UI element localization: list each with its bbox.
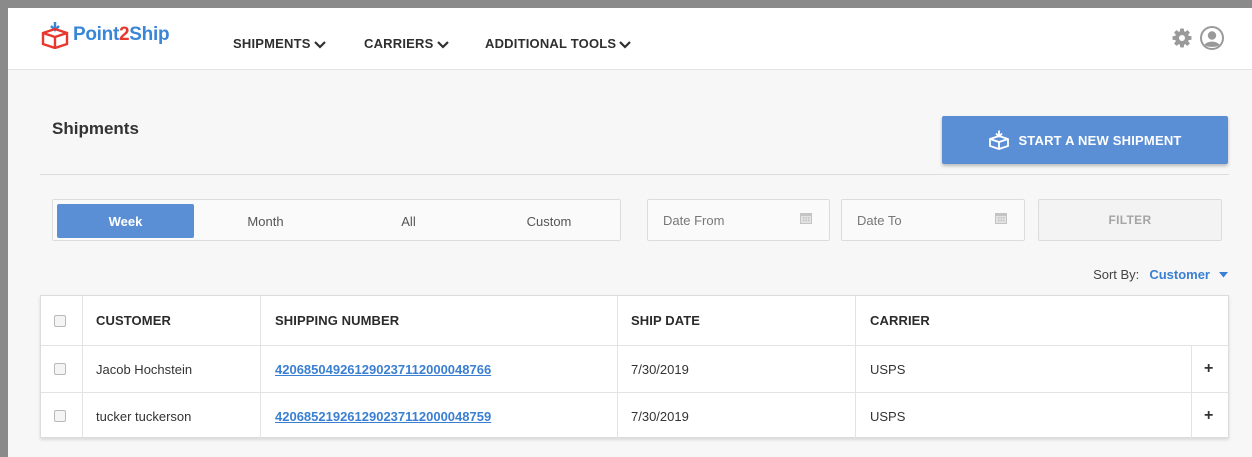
column-divider (617, 296, 618, 345)
start-new-shipment-label: START A NEW SHIPMENT (1018, 132, 1182, 148)
shipping-number-link[interactable]: 420685219261290237112000048759 (275, 409, 491, 424)
row-checkbox-cell (54, 393, 70, 439)
chevron-down-icon (619, 41, 632, 49)
expand-row-button[interactable]: + (1204, 393, 1213, 439)
brand-name: Point2Ship (73, 24, 170, 46)
row-checkbox[interactable] (54, 410, 66, 422)
carrier-cell: USPS (870, 361, 906, 377)
column-header-carrier[interactable]: CARRIER (870, 296, 930, 345)
sort-label: Sort By: (1093, 267, 1140, 282)
column-divider (82, 296, 83, 345)
period-toggle-group: Week Month All Custom (52, 199, 621, 241)
ship-date-cell: 7/30/2019 (631, 408, 689, 424)
date-from-field[interactable]: Date From (647, 199, 830, 241)
row-checkbox[interactable] (54, 363, 66, 375)
caret-down-icon[interactable] (1219, 271, 1228, 278)
ship-date-cell: 7/30/2019 (631, 361, 689, 377)
box-icon (989, 130, 1010, 150)
column-divider (260, 296, 261, 345)
shipments-table: CUSTOMER SHIPPING NUMBER SHIP DATE CARRI… (40, 295, 1229, 439)
chevron-down-icon (313, 41, 326, 49)
nav-carriers-label: CARRIERS (364, 36, 434, 51)
column-header-customer[interactable]: CUSTOMER (96, 296, 171, 345)
column-divider (617, 393, 618, 439)
brand-name-two: 2 (119, 24, 130, 45)
nav-additional-tools-label: ADDITIONAL TOOLS (485, 36, 617, 51)
table-header-row: CUSTOMER SHIPPING NUMBER SHIP DATE CARRI… (41, 296, 1228, 345)
section-divider (40, 174, 1229, 175)
filter-button[interactable]: FILTER (1038, 199, 1222, 241)
select-all-checkbox[interactable] (54, 314, 66, 327)
app-logo[interactable]: Point2Ship (40, 20, 170, 50)
select-all-cell (54, 296, 70, 345)
nav-shipments[interactable]: SHIPMENTS (233, 36, 326, 51)
gear-icon[interactable] (1172, 28, 1192, 48)
row-checkbox-cell (54, 346, 70, 392)
carrier-cell: USPS (870, 408, 906, 424)
brand-name-ship: Ship (129, 24, 170, 45)
shipping-number-cell: 420685219261290237112000048759 (275, 393, 491, 439)
logo-box-icon (41, 22, 69, 49)
page-title: Shipments (52, 119, 139, 138)
customer-cell: Jacob Hochstein (96, 361, 193, 377)
top-navbar: Point2Ship SHIPMENTS CARRIERS ADDITIONAL… (8, 8, 1252, 70)
table-row: tucker tuckerson 42068521926129023711200… (41, 392, 1228, 439)
nav-additional-tools[interactable]: ADDITIONAL TOOLS (485, 36, 632, 51)
sort-control[interactable]: Sort By: Customer (1093, 267, 1228, 282)
shipping-number-link[interactable]: 420685049261290237112000048766 (275, 362, 491, 377)
expand-row-button[interactable]: + (1204, 346, 1213, 392)
column-divider (1191, 346, 1192, 392)
sort-value[interactable]: Customer (1149, 267, 1210, 282)
date-to-placeholder: Date To (857, 213, 902, 228)
window-frame-top (0, 0, 1252, 8)
column-divider (1191, 393, 1192, 439)
nav-carriers[interactable]: CARRIERS (364, 36, 449, 51)
period-all-button[interactable]: All (337, 204, 480, 238)
start-new-shipment-button[interactable]: START A NEW SHIPMENT (942, 116, 1228, 164)
user-avatar-icon[interactable] (1200, 26, 1224, 50)
date-to-field[interactable]: Date To (841, 199, 1025, 241)
window-frame-left (0, 0, 8, 457)
period-custom-button[interactable]: Custom (480, 204, 618, 238)
table-row: Jacob Hochstein 420685049261290237112000… (41, 345, 1228, 392)
column-divider (855, 393, 856, 439)
shipping-number-cell: 420685049261290237112000048766 (275, 346, 491, 392)
calendar-icon (995, 213, 1007, 224)
column-divider (855, 296, 856, 345)
column-divider (82, 346, 83, 392)
brand-name-point: Point (73, 24, 119, 45)
column-divider (260, 346, 261, 392)
nav-shipments-label: SHIPMENTS (233, 36, 311, 51)
chevron-down-icon (436, 41, 449, 49)
column-header-ship-date[interactable]: SHIP DATE (631, 296, 700, 345)
period-month-button[interactable]: Month (194, 204, 337, 238)
column-divider (617, 346, 618, 392)
column-divider (260, 393, 261, 439)
column-header-shipping-number[interactable]: SHIPPING NUMBER (275, 296, 399, 345)
period-week-button[interactable]: Week (57, 204, 194, 238)
calendar-icon (800, 213, 812, 224)
date-from-placeholder: Date From (663, 213, 725, 228)
column-divider (82, 393, 83, 439)
column-divider (855, 346, 856, 392)
customer-cell: tucker tuckerson (96, 408, 192, 424)
